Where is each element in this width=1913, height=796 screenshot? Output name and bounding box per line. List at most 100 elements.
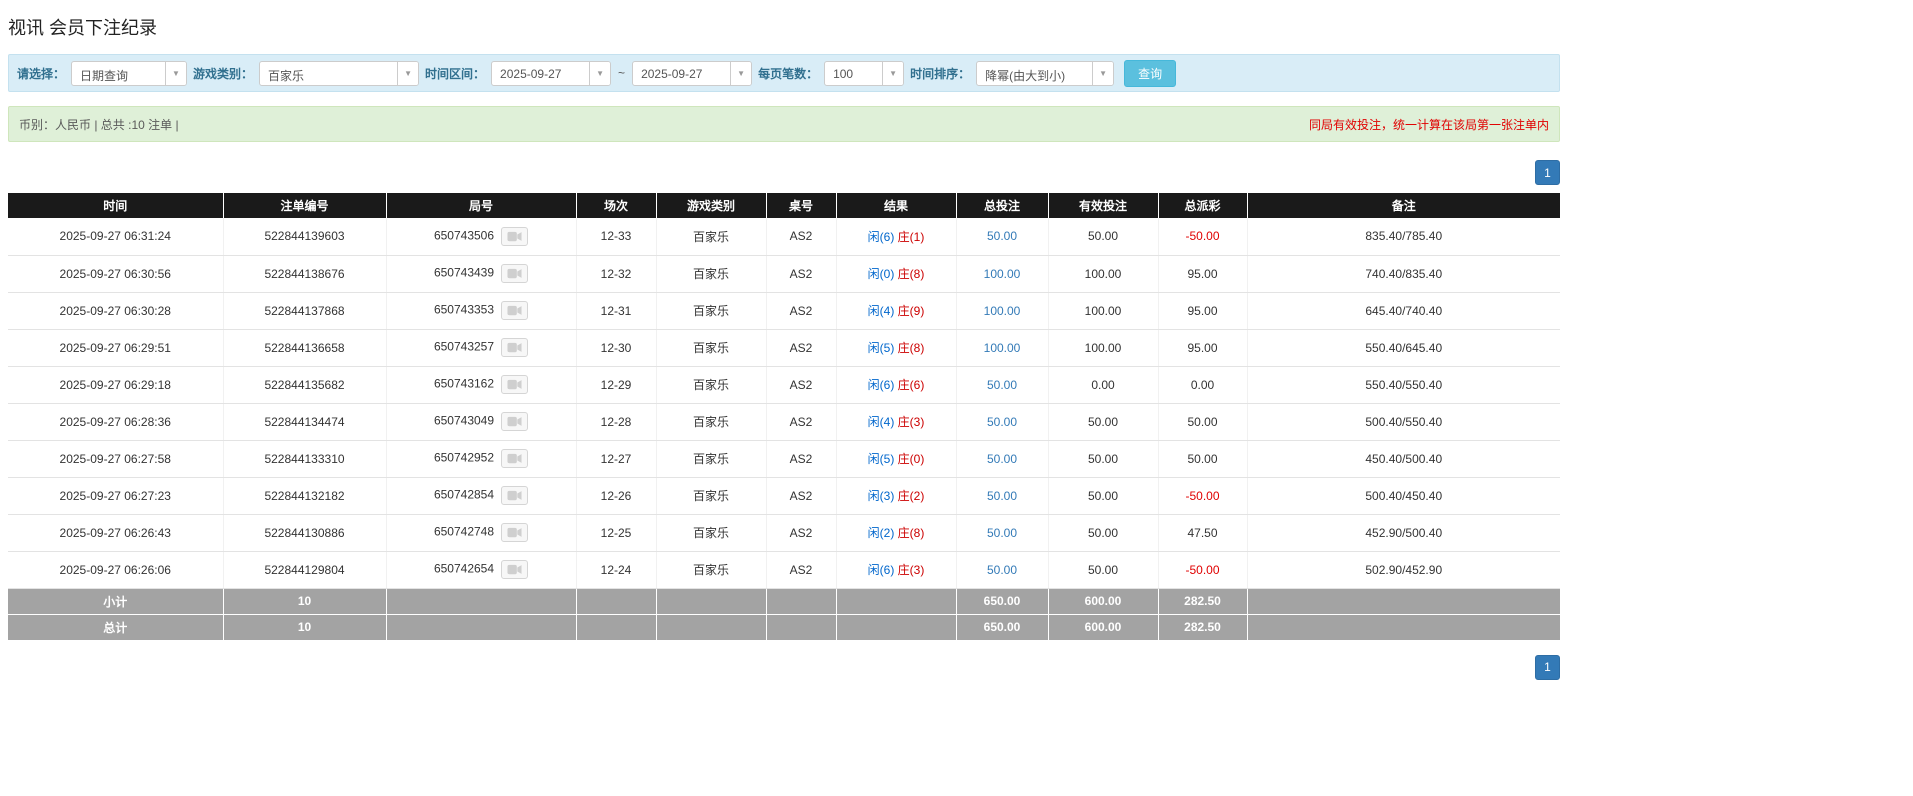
payout-value: -50.00 [1185,229,1219,243]
table-row: 2025-09-27 06:26:43522844130886650742748… [8,514,1560,551]
cell-total-bet: 50.00 [956,477,1048,514]
cell-result: 闲(5) 庄(0) [836,440,956,477]
game-type-select[interactable]: 百家乐 ▼ [259,61,419,86]
video-camera-icon [507,453,522,464]
total-bet-link[interactable]: 50.00 [987,415,1017,429]
replay-video-button[interactable] [501,449,528,468]
cell-time: 2025-09-27 06:26:06 [8,551,223,588]
table-body: 2025-09-27 06:31:24522844139603650743506… [8,218,1560,588]
payout-value: 95.00 [1187,341,1217,355]
col-header-time: 时间 [8,193,223,218]
round-id-value: 650743353 [434,303,494,317]
cell-game-type: 百家乐 [656,403,766,440]
cell-total-bet: 100.00 [956,292,1048,329]
table-row: 2025-09-27 06:27:23522844132182650742854… [8,477,1560,514]
result-banker: 庄(3) [898,415,925,429]
total-total-bet: 650.00 [956,614,1048,640]
cell-time: 2025-09-27 06:30:28 [8,292,223,329]
video-camera-icon [507,564,522,575]
total-bet-link[interactable]: 50.00 [987,378,1017,392]
replay-video-button[interactable] [501,486,528,505]
date-from-picker[interactable]: 2025-09-27 ▼ [491,61,611,86]
replay-video-button[interactable] [501,338,528,357]
cell-game-type: 百家乐 [656,514,766,551]
round-id-value: 650743049 [434,414,494,428]
cell-session: 12-25 [576,514,656,551]
cell-bet-id: 522844139603 [223,218,386,255]
cell-session: 12-33 [576,218,656,255]
replay-video-button[interactable] [501,264,528,283]
total-bet-link[interactable]: 50.00 [987,526,1017,540]
time-sort-value: 降幂(由大到小) [977,62,1092,85]
total-bet-link[interactable]: 50.00 [987,563,1017,577]
round-id-value: 650743257 [434,340,494,354]
page-size-label: 每页笔数： [758,65,818,82]
subtotal-payout: 282.50 [1158,588,1247,614]
payout-value: -50.00 [1185,489,1219,503]
total-bet-link[interactable]: 50.00 [987,229,1017,243]
cell-game-type: 百家乐 [656,440,766,477]
replay-video-button[interactable] [501,301,528,320]
cell-session: 12-31 [576,292,656,329]
cell-total-bet: 50.00 [956,514,1048,551]
cell-valid-bet: 50.00 [1048,477,1158,514]
total-bet-link[interactable]: 100.00 [984,341,1021,355]
payout-value: 95.00 [1187,304,1217,318]
video-camera-icon [507,305,522,316]
page-size-select[interactable]: 100 ▼ [824,61,904,86]
video-camera-icon [507,490,522,501]
replay-video-button[interactable] [501,375,528,394]
query-type-label: 请选择： [17,65,65,82]
cell-table-no: AS2 [766,551,836,588]
col-header-result: 结果 [836,193,956,218]
total-bet-link[interactable]: 50.00 [987,452,1017,466]
round-id-value: 650742654 [434,562,494,576]
round-id-value: 650743162 [434,377,494,391]
result-banker: 庄(0) [898,452,925,466]
video-camera-icon [507,268,522,279]
total-bet-link[interactable]: 100.00 [984,304,1021,318]
total-row: 总计 10 650.00 600.00 282.50 [8,614,1560,640]
table-row: 2025-09-27 06:29:51522844136658650743257… [8,329,1560,366]
cell-table-no: AS2 [766,329,836,366]
col-header-bet-id: 注单编号 [223,193,386,218]
empty-cell [656,588,766,614]
empty-cell [576,614,656,640]
same-round-notice-text: 同局有效投注，统一计算在该局第一张注单内 [1309,116,1549,133]
date-range-label: 时间区间： [425,65,485,82]
cell-time: 2025-09-27 06:29:18 [8,366,223,403]
total-bet-link[interactable]: 100.00 [984,267,1021,281]
cell-valid-bet: 50.00 [1048,551,1158,588]
cell-session: 12-32 [576,255,656,292]
total-bet-link[interactable]: 50.00 [987,489,1017,503]
date-to-picker[interactable]: 2025-09-27 ▼ [632,61,752,86]
replay-video-button[interactable] [501,227,528,246]
cell-total-bet: 100.00 [956,329,1048,366]
total-count: 10 [223,614,386,640]
cell-game-type: 百家乐 [656,366,766,403]
pagination-page-1-button[interactable]: 1 [1535,655,1560,680]
replay-video-button[interactable] [501,523,528,542]
pagination-page-1-button[interactable]: 1 [1535,160,1560,185]
col-header-valid-bet: 有效投注 [1048,193,1158,218]
total-label: 总计 [8,614,223,640]
cell-bet-id: 522844137868 [223,292,386,329]
payout-value: 50.00 [1187,452,1217,466]
cell-total-bet: 50.00 [956,403,1048,440]
cell-table-no: AS2 [766,477,836,514]
empty-cell [1247,614,1560,640]
cell-total-bet: 50.00 [956,366,1048,403]
search-button[interactable]: 查询 [1124,60,1176,87]
query-type-select[interactable]: 日期查询 ▼ [71,61,187,86]
date-to-value: 2025-09-27 [633,62,730,85]
filter-bar: 请选择： 日期查询 ▼ 游戏类别： 百家乐 ▼ 时间区间： 2025-09-27… [8,54,1560,92]
result-player: 闲(0) [868,267,895,281]
cell-valid-bet: 50.00 [1048,218,1158,255]
result-player: 闲(6) [868,230,895,244]
replay-video-button[interactable] [501,412,528,431]
cell-total-bet: 100.00 [956,255,1048,292]
time-sort-select[interactable]: 降幂(由大到小) ▼ [976,61,1114,86]
replay-video-button[interactable] [501,560,528,579]
cell-round-id: 650743353 [386,292,576,329]
cell-result: 闲(4) 庄(9) [836,292,956,329]
